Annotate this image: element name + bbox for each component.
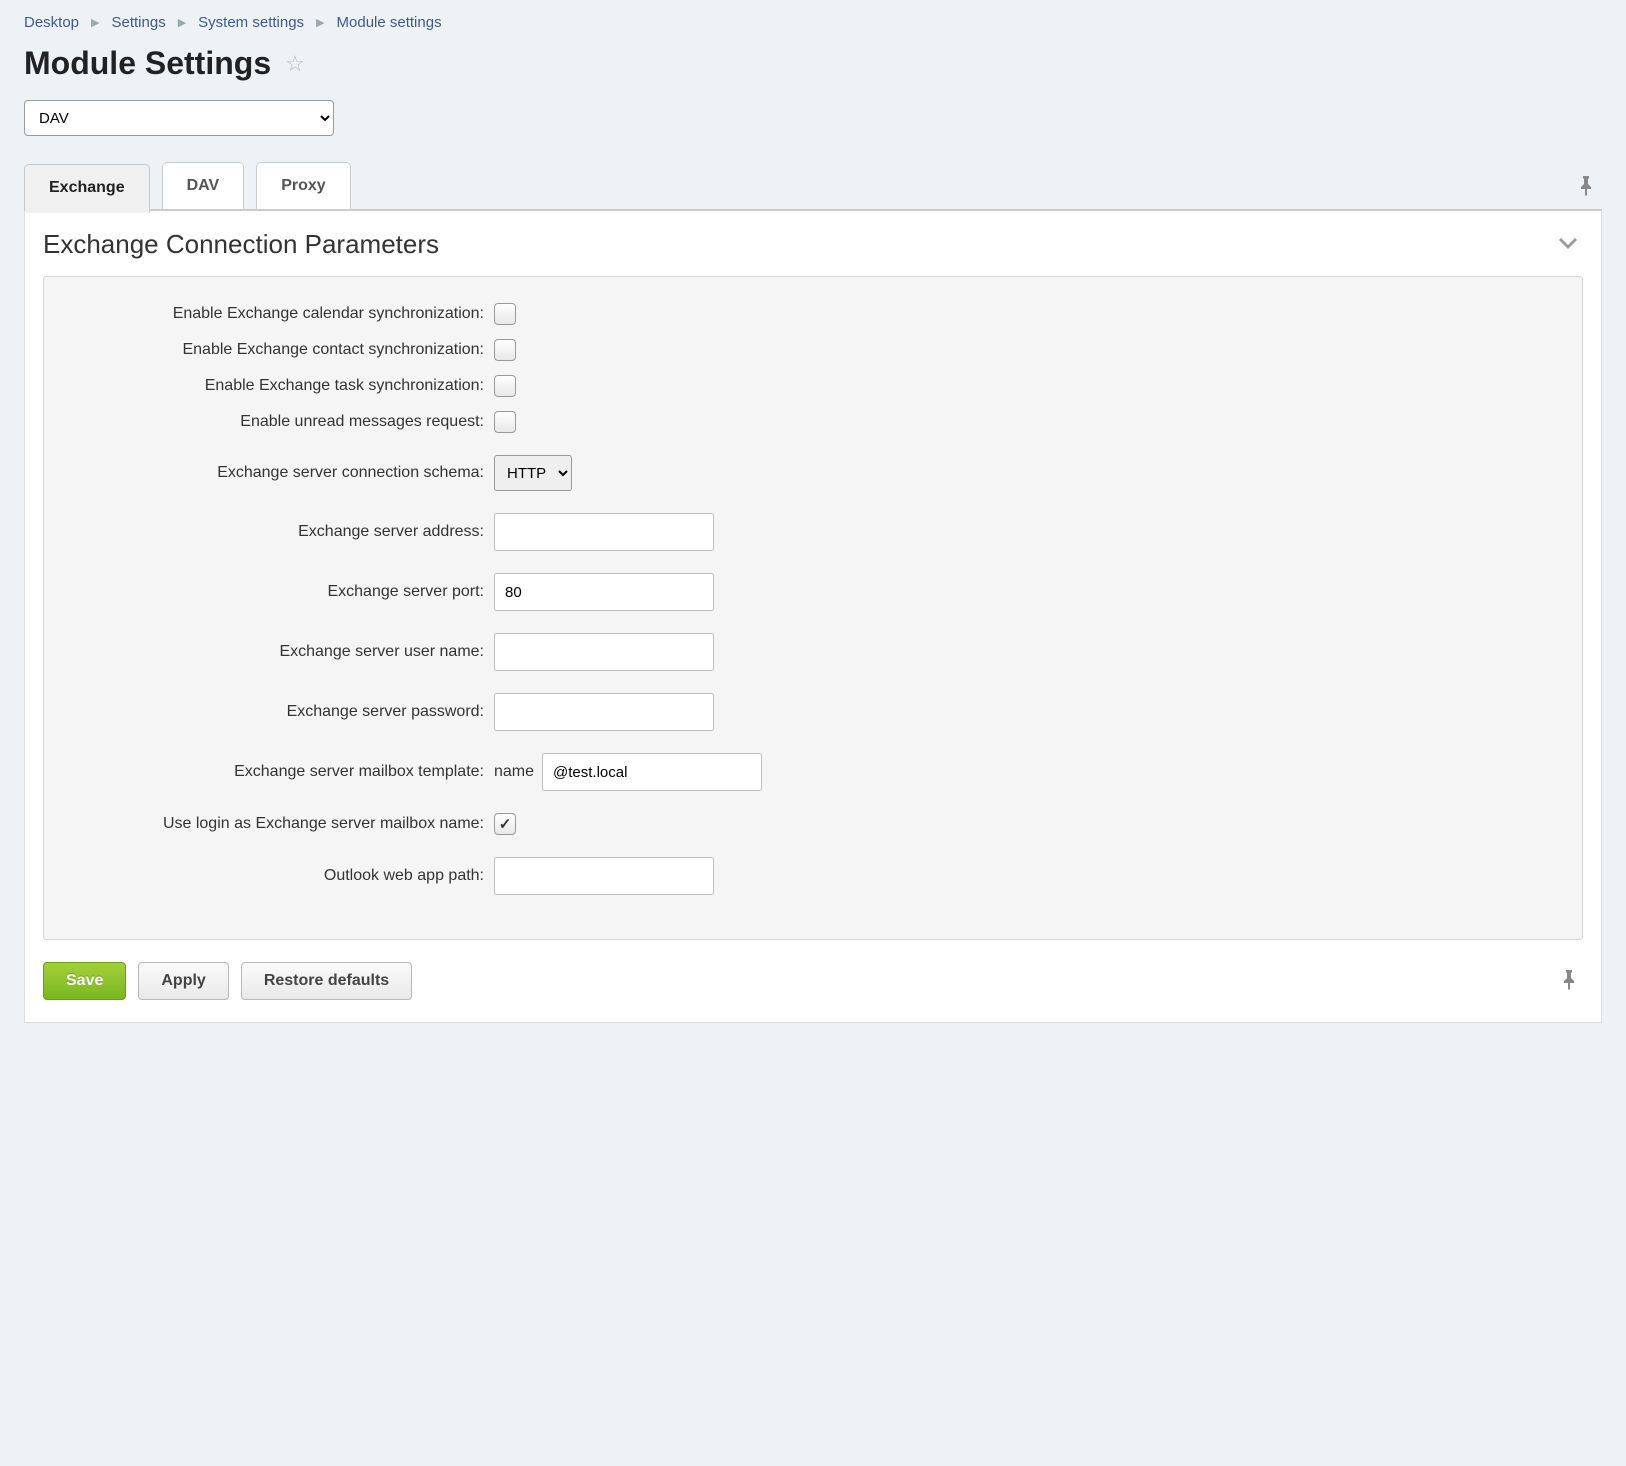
label-enable-unread-msg: Enable unread messages request: — [64, 413, 494, 431]
breadcrumb-desktop[interactable]: Desktop — [24, 14, 79, 31]
tab-dav[interactable]: DAV — [162, 162, 245, 209]
chevron-right-icon: ▶ — [178, 16, 186, 29]
page-title: Module Settings — [24, 45, 271, 82]
pin-icon[interactable] — [1578, 176, 1602, 209]
label-enable-task-sync: Enable Exchange task synchronization: — [64, 377, 494, 395]
breadcrumb-settings[interactable]: Settings — [112, 14, 166, 31]
input-password[interactable] — [494, 693, 714, 731]
checkbox-enable-task-sync[interactable] — [494, 375, 516, 397]
label-owa-path: Outlook web app path: — [64, 867, 494, 885]
input-server-address[interactable] — [494, 513, 714, 551]
favorite-star-icon[interactable]: ☆ — [285, 51, 305, 77]
label-enable-calendar-sync: Enable Exchange calendar synchronization… — [64, 305, 494, 323]
input-owa-path[interactable] — [494, 857, 714, 895]
mailbox-prefix: name — [494, 763, 534, 781]
apply-button[interactable]: Apply — [138, 962, 228, 1000]
input-mailbox-template[interactable] — [542, 753, 762, 791]
select-schema[interactable]: HTTP — [494, 455, 572, 491]
breadcrumb: Desktop ▶ Settings ▶ System settings ▶ M… — [24, 14, 1602, 31]
label-password: Exchange server password: — [64, 703, 494, 721]
checkbox-enable-unread-msg[interactable] — [494, 411, 516, 433]
module-select[interactable]: DAV — [24, 100, 334, 136]
section-title: Exchange Connection Parameters — [43, 229, 439, 260]
form-box: Enable Exchange calendar synchronization… — [43, 276, 1583, 940]
tab-proxy[interactable]: Proxy — [256, 162, 350, 209]
checkbox-enable-contact-sync[interactable] — [494, 339, 516, 361]
label-server-address: Exchange server address: — [64, 523, 494, 541]
section-collapse-icon[interactable] — [1559, 237, 1583, 253]
tab-exchange[interactable]: Exchange — [24, 164, 150, 213]
restore-defaults-button[interactable]: Restore defaults — [241, 962, 412, 1000]
save-button[interactable]: Save — [43, 962, 126, 1000]
panel-exchange: Exchange Connection Parameters Enable Ex… — [24, 211, 1602, 1023]
label-schema: Exchange server connection schema: — [64, 464, 494, 482]
input-user-name[interactable] — [494, 633, 714, 671]
tabs: Exchange DAV Proxy — [24, 162, 1602, 211]
checkbox-use-login-mailbox[interactable] — [494, 813, 516, 835]
breadcrumb-system-settings[interactable]: System settings — [198, 14, 304, 31]
label-user-name: Exchange server user name: — [64, 643, 494, 661]
label-server-port: Exchange server port: — [64, 583, 494, 601]
pin-icon[interactable] — [1561, 970, 1583, 993]
checkbox-enable-calendar-sync[interactable] — [494, 303, 516, 325]
label-mailbox-template: Exchange server mailbox template: — [64, 763, 494, 781]
chevron-right-icon: ▶ — [316, 16, 324, 29]
label-enable-contact-sync: Enable Exchange contact synchronization: — [64, 341, 494, 359]
chevron-right-icon: ▶ — [91, 16, 99, 29]
breadcrumb-module-settings[interactable]: Module settings — [337, 14, 442, 31]
label-use-login-mailbox: Use login as Exchange server mailbox nam… — [64, 815, 494, 833]
input-server-port[interactable] — [494, 573, 714, 611]
